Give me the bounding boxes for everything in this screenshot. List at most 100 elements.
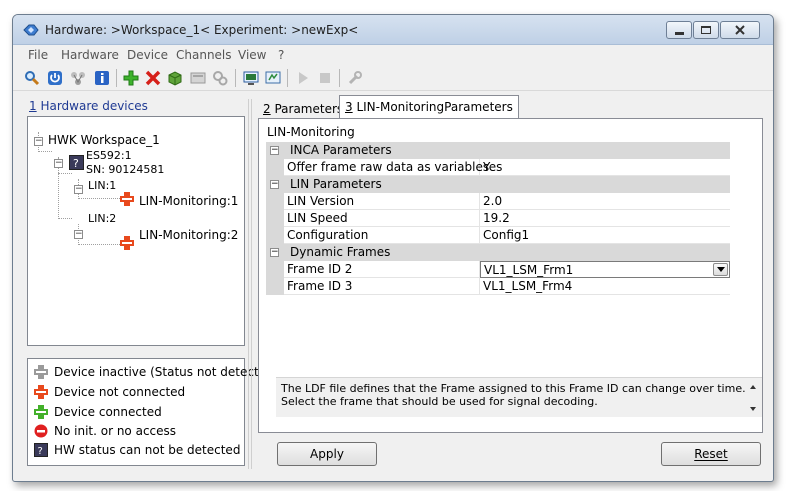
property-value[interactable]: 19.2 [480, 210, 730, 227]
svg-text:?: ? [73, 157, 79, 170]
menu-channels[interactable]: Channels [176, 48, 232, 62]
frame-id-2-value: VL1_LSM_Frm1 [484, 263, 574, 277]
row-gutter [266, 210, 284, 227]
tree-node-lin1[interactable]: LIN:1 [88, 179, 116, 192]
property-value[interactable]: 2.0 [480, 193, 730, 210]
tab-parameters-accesskey: 2 [263, 102, 271, 116]
svg-text:?: ? [38, 446, 43, 457]
property-row-configuration[interactable]: Configuration Config1 [266, 227, 730, 244]
legend-label: Device connected [54, 405, 162, 419]
tree-node-workspace[interactable]: HWK Workspace_1 [48, 133, 160, 147]
menu-device[interactable]: Device [127, 48, 168, 62]
row-gutter [266, 261, 284, 278]
category-label: LIN Parameters [290, 177, 382, 191]
chevron-down-icon [716, 267, 725, 272]
property-name: Frame ID 2 [284, 261, 480, 278]
property-row-lin-version[interactable]: LIN Version 2.0 [266, 193, 730, 210]
status-unknown-icon: ? [34, 443, 48, 457]
frame-id-2-select[interactable]: VL1_LSM_Frm1 [480, 261, 730, 278]
tab-parameters-label: Parameters [270, 102, 344, 116]
add-icon[interactable] [122, 69, 140, 87]
property-row-lin-speed[interactable]: LIN Speed 19.2 [266, 210, 730, 227]
tree-node-lin-monitoring-2[interactable]: LIN-Monitoring:2 [139, 228, 238, 242]
maximize-button[interactable] [693, 21, 719, 39]
reset-button[interactable]: Reset [661, 442, 761, 466]
search-icon[interactable] [23, 69, 41, 87]
tree-node-device-name[interactable]: ES592:1 [86, 149, 132, 162]
menu-file[interactable]: File [28, 48, 48, 62]
tree-node-lin2[interactable]: LIN:2 [88, 212, 116, 225]
module-icon[interactable] [189, 69, 207, 87]
hardware-devices-accesskey: 1 [29, 99, 37, 113]
tree-connector [58, 218, 72, 219]
category-lin-parameters[interactable]: − LIN Parameters [266, 176, 730, 193]
row-gutter [266, 227, 284, 244]
row-gutter [266, 278, 284, 295]
menu-view[interactable]: View [238, 48, 266, 62]
description-line: Select the frame that should be used for… [281, 395, 598, 408]
device-not-connected-icon [34, 385, 48, 399]
minimize-icon [674, 31, 684, 35]
menu-hardware[interactable]: Hardware [61, 48, 119, 62]
no-access-icon [34, 424, 48, 438]
stop-icon[interactable] [316, 69, 334, 87]
collapse-icon[interactable]: − [270, 248, 279, 257]
tree-connector [78, 244, 120, 245]
settings-icon[interactable] [211, 69, 229, 87]
tree-collapse-device[interactable]: − [54, 159, 63, 168]
scroll-arrows-icon [750, 385, 756, 411]
property-row-offer-raw-data[interactable]: Offer frame raw data as variables Yes [266, 159, 730, 176]
group-title: LIN-Monitoring [267, 125, 355, 139]
tree-connector [78, 198, 120, 199]
monitor-refresh-icon[interactable] [264, 69, 282, 87]
info-icon[interactable] [93, 69, 111, 87]
tools-icon[interactable] [346, 69, 364, 87]
tab-parameters[interactable]: 2 Parameters [258, 100, 348, 120]
category-label: INCA Parameters [290, 143, 392, 157]
category-inca-parameters[interactable]: − INCA Parameters [266, 142, 730, 159]
property-value[interactable]: Yes [480, 159, 730, 176]
property-row-frame-id-3[interactable]: Frame ID 3 VL1_LSM_Frm4 [266, 278, 730, 295]
collapse-icon[interactable]: − [270, 146, 279, 155]
tree-collapse-lin1[interactable]: − [74, 185, 83, 194]
window-title: Hardware: >Workspace_1< Experiment: >new… [45, 23, 359, 37]
property-row-frame-id-2[interactable]: Frame ID 2 VL1_LSM_Frm1 [266, 261, 730, 278]
menu-help[interactable]: ? [278, 48, 284, 62]
toolbar-separator [287, 69, 288, 87]
tree-node-device-serial[interactable]: SN: 90124581 [86, 163, 164, 176]
network-icon[interactable] [69, 69, 87, 87]
status-legend: Device inactive (Status not detected) De… [27, 358, 278, 466]
property-value[interactable]: Config1 [480, 227, 730, 244]
device-not-connected-icon [120, 192, 134, 206]
description-scrollbar[interactable] [748, 382, 758, 414]
legend-item: ? HW status can not be detected [34, 441, 240, 459]
tree-collapse-workspace[interactable]: − [34, 137, 43, 146]
property-description: The LDF file defines that the Frame assi… [276, 377, 762, 417]
monitor-icon[interactable] [242, 69, 260, 87]
hardware-devices-title: Hardware devices [36, 99, 148, 113]
description-line: The LDF file defines that the Frame assi… [281, 382, 746, 395]
remove-icon[interactable] [144, 69, 162, 87]
panel-splitter[interactable] [248, 99, 252, 469]
minimize-button[interactable] [666, 21, 692, 39]
play-icon[interactable] [294, 69, 312, 87]
category-dynamic-frames[interactable]: − Dynamic Frames [266, 244, 730, 261]
reset-button-label: Reset [694, 447, 728, 461]
dropdown-button[interactable] [713, 263, 728, 276]
collapse-icon[interactable]: − [270, 180, 279, 189]
legend-item: Device connected [34, 403, 162, 421]
property-value[interactable]: VL1_LSM_Frm4 [480, 278, 730, 295]
tree-collapse-lin2[interactable]: − [74, 230, 83, 239]
package-icon[interactable] [166, 69, 184, 87]
tab-lin-monitoring-accesskey: 3 [345, 100, 353, 114]
apply-button[interactable]: Apply [277, 442, 377, 466]
tree-node-lin-monitoring-1[interactable]: LIN-Monitoring:1 [139, 194, 238, 208]
tab-lin-monitoring-parameters[interactable]: 3 LIN-MonitoringParameters [339, 95, 519, 119]
close-button[interactable] [720, 21, 760, 39]
legend-item: Device not connected [34, 383, 185, 401]
maximize-icon [701, 26, 711, 34]
legend-label: No init. or no access [54, 424, 177, 438]
legend-label: Device not connected [54, 385, 186, 399]
hardware-tree[interactable]: − HWK Workspace_1 − ? ES592:1 SN: 901245… [27, 116, 245, 346]
power-icon[interactable] [46, 69, 64, 87]
